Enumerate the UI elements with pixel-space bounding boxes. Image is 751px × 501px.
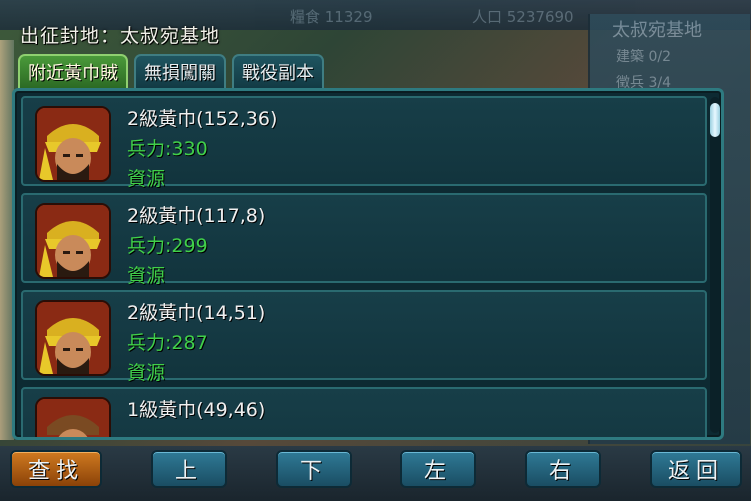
rebel-troops: 兵力:299 [127, 235, 208, 257]
rebel-resource: 資源 [127, 168, 166, 190]
tab-nearby-rebels[interactable]: 附近黃巾賊 [18, 54, 128, 88]
list-item[interactable]: 2級黃巾(152,36) 兵力:330 資源 [21, 96, 707, 190]
rebel-name: 2級黃巾(117,8) [127, 205, 266, 227]
down-button[interactable]: 下 [276, 450, 352, 488]
rebel-troops: 兵力:287 [127, 332, 208, 354]
dispatch-dialog: 出征封地：太叔宛基地 附近黃巾賊 無損闖關 戰役副本 2級黃巾(152,36) … [12, 20, 724, 440]
rebel-name: 2級黃巾(14,51) [127, 302, 266, 324]
list-scrollbar[interactable] [710, 97, 720, 433]
back-button[interactable]: 返回 [650, 450, 742, 488]
right-button[interactable]: 右 [525, 450, 601, 488]
rebel-portrait-icon [35, 300, 111, 376]
tab-lossless-challenge[interactable]: 無損闖關 [134, 54, 226, 88]
up-button[interactable]: 上 [151, 450, 227, 488]
rebel-resource: 資源 [127, 362, 166, 384]
list-item[interactable]: 1級黃巾(49,46) [21, 387, 707, 437]
dialog-title: 出征封地：太叔宛基地 [20, 25, 221, 47]
rebel-name: 2級黃巾(152,36) [127, 108, 278, 130]
list-item[interactable]: 2級黃巾(117,8) 兵力:299 資源 [21, 193, 707, 287]
rebel-portrait-icon [35, 397, 111, 437]
left-button[interactable]: 左 [400, 450, 476, 488]
rebel-portrait-icon [35, 106, 111, 182]
bottom-button-bar: 查找 上 下 左 右 返回 [0, 446, 751, 501]
scrollbar-thumb[interactable] [710, 103, 720, 137]
target-list-panel: 2級黃巾(152,36) 兵力:330 資源 2級黃巾(117,8) 兵力:29… [12, 88, 724, 440]
rebel-troops: 兵力:330 [127, 138, 208, 160]
rebel-name: 1級黃巾(49,46) [127, 399, 266, 421]
search-button[interactable]: 查找 [10, 450, 102, 488]
target-list: 2級黃巾(152,36) 兵力:330 資源 2級黃巾(117,8) 兵力:29… [21, 96, 707, 437]
tab-campaign-instance[interactable]: 戰役副本 [232, 54, 324, 88]
list-item[interactable]: 2級黃巾(14,51) 兵力:287 資源 [21, 290, 707, 384]
rebel-resource: 資源 [127, 265, 166, 287]
tab-bar: 附近黃巾賊 無損闖關 戰役副本 [18, 54, 324, 88]
rebel-portrait-icon [35, 203, 111, 279]
